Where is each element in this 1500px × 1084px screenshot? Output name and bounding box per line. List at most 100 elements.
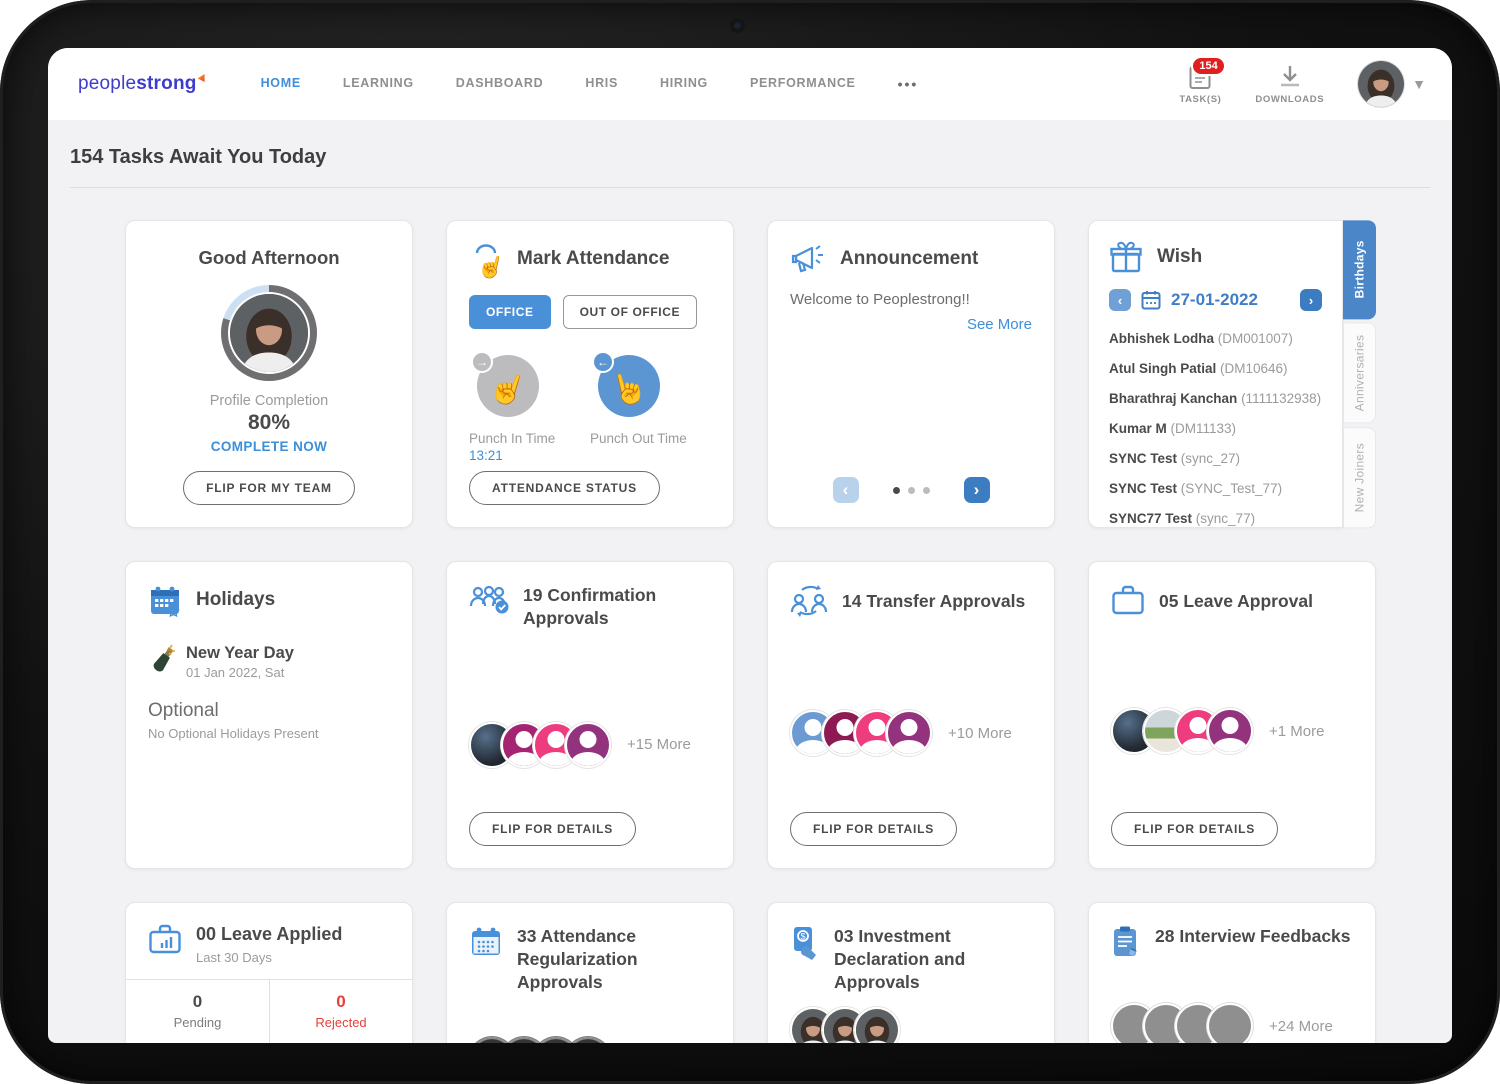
more-count[interactable]: +10 More [948, 725, 1012, 742]
touch-icon: ☝ [469, 243, 503, 279]
leave-applied-table: 0 Pending 0 Rejected 0 0 [126, 979, 412, 1043]
investment-declaration-title: 03 Investment Declaration and Approvals [834, 925, 1032, 993]
greeting-card: Good Afternoon Profile Completion 80% CO… [125, 220, 413, 528]
transfer-approvals-card: 14 Transfer Approvals +10 More FLIP FOR … [767, 561, 1055, 869]
rejected-label: Rejected [278, 1015, 404, 1030]
page-title: 154 Tasks Await You Today [70, 146, 1430, 188]
brand-text: peoplestrong [78, 73, 197, 95]
wish-list-item[interactable]: Abhishek Lodha (DM001007) [1109, 323, 1322, 353]
wish-list-item[interactable]: Bharathraj Kanchan (1111132938) [1109, 383, 1322, 413]
out-of-office-button[interactable]: OUT OF OFFICE [563, 295, 697, 329]
announcement-title: Announcement [840, 247, 978, 272]
wish-prev-button[interactable]: ‹ [1109, 289, 1131, 311]
pending-value: 0 [134, 992, 261, 1012]
more-count[interactable]: +24 More [1269, 1018, 1333, 1035]
wish-next-button[interactable]: › [1300, 289, 1322, 311]
interview-feedbacks-card: 28 Interview Feedbacks +24 More [1088, 902, 1376, 1043]
greeting-title: Good Afternoon [198, 247, 339, 269]
carousel-prev-button[interactable]: ‹ [833, 477, 859, 503]
wish-list-item[interactable]: SYNC Test (sync_27) [1109, 443, 1322, 473]
profile-menu[interactable]: ▼ [1358, 61, 1426, 107]
main-nav: HOME LEARNING DASHBOARD HRIS HIRING PERF… [261, 76, 919, 92]
flip-for-details-button[interactable]: FLIP FOR DETAILS [790, 812, 957, 846]
mark-attendance-title: Mark Attendance [517, 247, 669, 272]
wish-list-item[interactable]: Atul Singh Patial (DM10646) [1109, 353, 1322, 383]
tab-anniversaries[interactable]: Anniversaries [1343, 322, 1376, 423]
tab-new-joiners[interactable]: New Joiners [1343, 427, 1376, 528]
attendance-regularization-title: 33 Attendance Regularization Approvals [517, 925, 711, 993]
wish-title: Wish [1157, 245, 1202, 270]
brand-logo[interactable]: peoplestrong [78, 73, 205, 95]
avatar [565, 722, 611, 768]
confirmation-approvals-title: 19 Confirmation Approvals [523, 584, 711, 630]
attendance-status-button[interactable]: ATTENDANCE STATUS [469, 471, 660, 505]
wish-main: Wish ‹ 27-01-2022 › Abhishek Lodha (D [1088, 220, 1343, 528]
avatar [1207, 708, 1253, 754]
nav-item-performance[interactable]: PERFORMANCE [750, 76, 856, 92]
app-screen: peoplestrong HOME LEARNING DASHBOARD HRI… [48, 48, 1452, 1043]
interview-feedbacks-title: 28 Interview Feedbacks [1155, 925, 1351, 948]
punch-out-arrow-icon: ← [592, 351, 614, 373]
downloads-label: DOWNLOADS [1255, 94, 1324, 105]
wish-list-item[interactable]: SYNC77 Test (sync_77) [1109, 503, 1322, 533]
nav-item-hiring[interactable]: HIRING [660, 76, 708, 92]
download-icon [1278, 64, 1302, 90]
flip-for-details-button[interactable]: FLIP FOR DETAILS [469, 812, 636, 846]
flip-for-my-team-button[interactable]: FLIP FOR MY TEAM [183, 471, 355, 505]
punch-out-icon[interactable]: ☝ ← [598, 355, 660, 417]
punch-out-block: ☝ ← Punch Out Time [590, 355, 711, 463]
nav-item-home[interactable]: HOME [261, 76, 301, 92]
transfer-approvals-title: 14 Transfer Approvals [842, 590, 1025, 613]
tasks-count-badge: 154 [1191, 56, 1225, 76]
nav-item-learning[interactable]: LEARNING [343, 76, 414, 92]
downloads-button[interactable]: DOWNLOADS [1255, 64, 1324, 105]
brand-mark-icon [198, 74, 205, 82]
wish-list-item[interactable]: SYNC Test (SYNC_Test_77) [1109, 473, 1322, 503]
interview-avatars: +24 More [1111, 1003, 1353, 1043]
carousel-next-button[interactable]: › [964, 477, 990, 503]
nav-more-icon[interactable]: ••• [898, 76, 919, 92]
holiday-date: 01 Jan 2022, Sat [186, 665, 294, 680]
tasks-button[interactable]: 154 TASK(S) [1179, 64, 1221, 105]
attendance-reg-avatars [469, 1037, 711, 1043]
confirmation-avatars: +15 More [469, 722, 711, 768]
wish-tabs: Birthdays Anniversaries New Joiners [1343, 220, 1376, 528]
pending-cell: 0 Pending [126, 980, 269, 1043]
complete-now-link[interactable]: COMPLETE NOW [211, 439, 328, 454]
wish-list-item[interactable]: Kumar M (DM11133) [1109, 413, 1322, 443]
nav-item-hris[interactable]: HRIS [585, 76, 618, 92]
optional-label: Optional [148, 700, 390, 722]
avatar [565, 1037, 611, 1043]
calendar-grid-icon [469, 925, 503, 959]
more-count[interactable]: +1 More [1269, 723, 1324, 740]
more-count[interactable]: +15 More [627, 736, 691, 753]
confirmation-approvals-card: 19 Confirmation Approvals +15 More FLIP … [446, 561, 734, 869]
profile-progress-ring [221, 285, 317, 381]
see-more-link[interactable]: See More [790, 316, 1032, 333]
card-grid: Good Afternoon Profile Completion 80% CO… [48, 188, 1452, 1043]
chevron-down-icon[interactable]: ▼ [1412, 76, 1426, 92]
tasks-label: TASK(S) [1179, 94, 1221, 105]
flip-for-details-button[interactable]: FLIP FOR DETAILS [1111, 812, 1278, 846]
carousel-dot-3[interactable] [923, 487, 930, 494]
investment-declaration-card: $ 03 Investment Declaration and Approval… [767, 902, 1055, 1043]
carousel-dot-2[interactable] [908, 487, 915, 494]
megaphone-icon [790, 243, 826, 275]
avatar [886, 710, 932, 756]
profile-completion-label: Profile Completion [210, 393, 328, 409]
avatar [1207, 1003, 1253, 1043]
nav-item-dashboard[interactable]: DASHBOARD [456, 76, 544, 92]
carousel-dot-1[interactable] [893, 487, 900, 494]
punch-in-label: Punch In Time [469, 431, 590, 446]
office-button[interactable]: OFFICE [469, 295, 551, 329]
tab-birthdays[interactable]: Birthdays [1343, 220, 1376, 319]
people-check-icon [469, 584, 509, 616]
attendance-regularization-card: 33 Attendance Regularization Approvals [446, 902, 734, 1043]
punch-in-icon[interactable]: ☝ → [477, 355, 539, 417]
user-avatar[interactable] [1358, 61, 1404, 107]
announcement-carousel: ‹ › [790, 477, 1032, 505]
announcement-message: Welcome to Peoplestrong!! [790, 291, 1032, 308]
feedback-clipboard-icon [1111, 925, 1141, 959]
svg-text:☝: ☝ [475, 250, 503, 279]
transfer-avatars: +10 More [790, 710, 1032, 756]
